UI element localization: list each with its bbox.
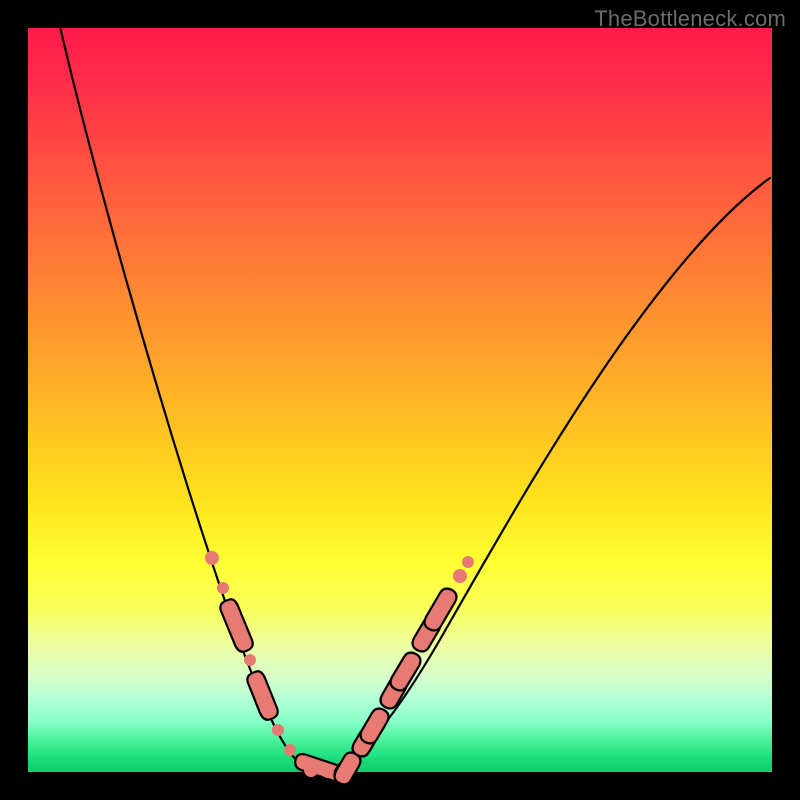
bead-overlay — [205, 551, 474, 784]
plot-area — [28, 28, 772, 772]
curve-svg — [28, 28, 772, 772]
curve-left — [58, 18, 311, 770]
chart-frame: TheBottleneck.com — [0, 0, 800, 800]
